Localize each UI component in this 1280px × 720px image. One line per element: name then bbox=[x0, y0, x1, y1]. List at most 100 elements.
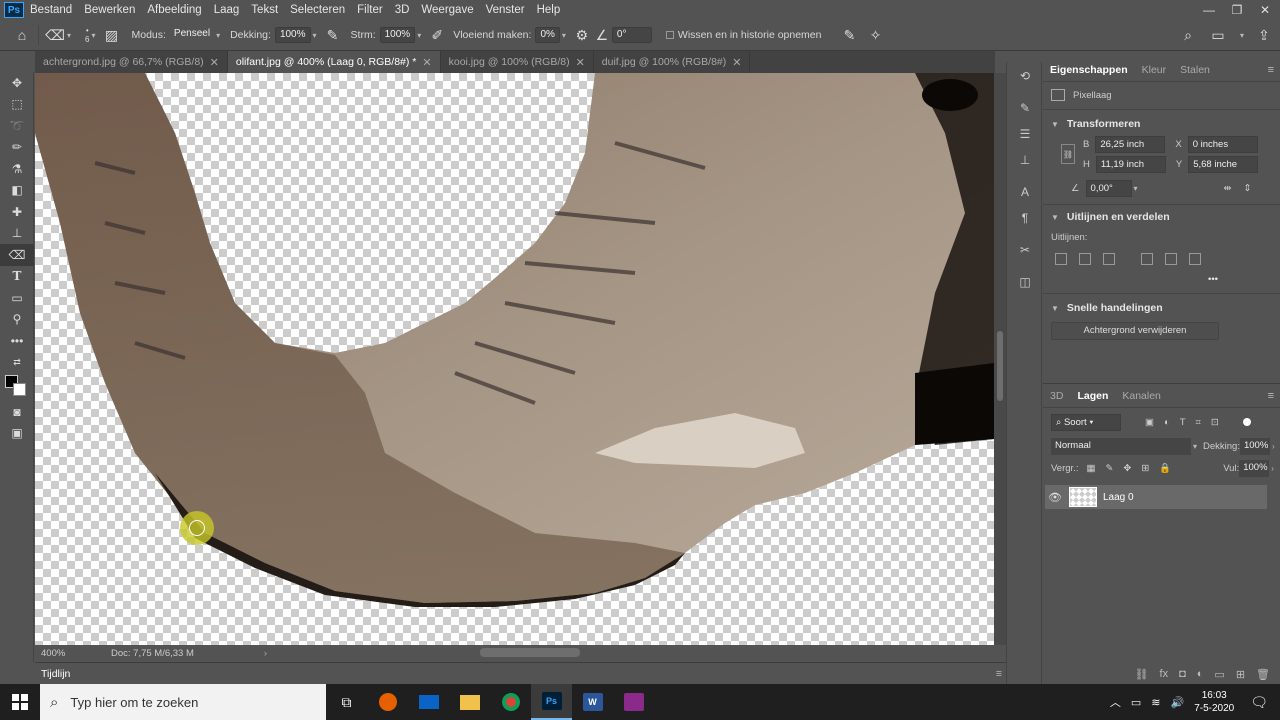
close-icon[interactable]: ✕ bbox=[210, 56, 219, 69]
align-left-icon[interactable] bbox=[1055, 253, 1067, 265]
firefox-icon[interactable] bbox=[367, 684, 408, 720]
link-layers-icon[interactable]: ⛓ bbox=[1135, 668, 1149, 681]
tab-achtergrond[interactable]: achtergrond.jpg @ 66,7% (RGB/8) ✕ bbox=[35, 51, 228, 73]
panel-menu-icon[interactable]: ≡ bbox=[1268, 390, 1274, 402]
workspace-icon[interactable]: ▭ bbox=[1208, 25, 1228, 45]
tab-eigenschappen[interactable]: Eigenschappen bbox=[1043, 58, 1135, 82]
notifications-icon[interactable]: 🗨 bbox=[1250, 694, 1268, 711]
tab-3d[interactable]: 3D bbox=[1043, 384, 1070, 408]
search-icon[interactable]: ⌕ bbox=[1178, 25, 1198, 45]
volume-icon[interactable]: 🔊 bbox=[1170, 696, 1184, 709]
blend-mode-select[interactable]: Normaal bbox=[1051, 437, 1191, 455]
screen-mode-icon[interactable]: ▣ bbox=[0, 423, 34, 445]
tab-kooi[interactable]: kooi.jpg @ 100% (RGB/8) ✕ bbox=[441, 51, 594, 73]
erase-history-checkbox[interactable] bbox=[665, 31, 674, 39]
eyedropper-tool-icon[interactable]: ⚗ bbox=[0, 158, 34, 180]
lock-all-icon[interactable]: 🔒 bbox=[1159, 463, 1171, 474]
layer-style-icon[interactable]: fx bbox=[1160, 668, 1169, 680]
airbrush-icon[interactable]: ✐ bbox=[427, 25, 447, 45]
chrome-icon[interactable] bbox=[490, 684, 531, 720]
layer-opacity-field[interactable]: 100% bbox=[1239, 437, 1270, 455]
chevron-down-icon[interactable]: ▼ bbox=[1051, 213, 1059, 222]
filter-type-icon[interactable]: T bbox=[1180, 417, 1186, 428]
x-field[interactable]: 0 inches bbox=[1187, 135, 1258, 153]
new-layer-icon[interactable]: ⊞ bbox=[1236, 668, 1245, 681]
eraser-tool-icon[interactable]: ⌫ bbox=[0, 244, 34, 266]
symmetry-icon[interactable]: ✧ bbox=[865, 25, 885, 45]
tab-stalen[interactable]: Stalen bbox=[1173, 58, 1217, 82]
gradient-tool-icon[interactable]: ◧ bbox=[0, 180, 34, 202]
tools-icon[interactable]: ✂ bbox=[1007, 238, 1043, 262]
stamp-tool-icon[interactable]: ⊥ bbox=[0, 223, 34, 245]
add-mask-icon[interactable]: ◘ bbox=[1179, 668, 1186, 680]
filter-smart-icon[interactable]: ⊡ bbox=[1211, 417, 1219, 428]
angle-field[interactable]: 0,00° bbox=[1085, 179, 1132, 197]
lock-pixels-icon[interactable]: ✎ bbox=[1105, 463, 1113, 474]
background-color[interactable] bbox=[13, 383, 26, 396]
tab-olifant[interactable]: olifant.jpg @ 400% (Laag 0, RGB/8#) * ✕ bbox=[227, 51, 441, 73]
share-icon[interactable]: ⇪ bbox=[1254, 25, 1274, 45]
menu-item-help[interactable]: Help bbox=[531, 0, 567, 20]
brush-settings-icon[interactable]: ▨ bbox=[101, 25, 121, 45]
menu-item-weergave[interactable]: Weergave bbox=[415, 0, 479, 20]
flip-vertical-icon[interactable]: ⇕ bbox=[1244, 183, 1252, 194]
filter-pixel-icon[interactable]: ▣ bbox=[1145, 417, 1154, 428]
menu-item-3d[interactable]: 3D bbox=[389, 0, 416, 20]
taskbar-search[interactable]: ⌕ Typ hier om te zoeken bbox=[40, 684, 326, 720]
pressure-opacity-icon[interactable]: ✎ bbox=[323, 25, 343, 45]
y-field[interactable]: 5,68 inche bbox=[1188, 155, 1259, 173]
smoothing-field[interactable]: 0% bbox=[535, 27, 560, 43]
swap-colors-icon[interactable]: ⇄ bbox=[0, 352, 34, 374]
color-swatches[interactable] bbox=[0, 373, 34, 401]
menu-item-bewerken[interactable]: Bewerken bbox=[78, 0, 141, 20]
battery-icon[interactable]: ▭ bbox=[1131, 696, 1141, 709]
menu-item-bestand[interactable]: Bestand bbox=[24, 0, 78, 20]
wifi-icon[interactable]: ≋ bbox=[1151, 696, 1160, 709]
type-tool-icon[interactable]: T bbox=[0, 266, 34, 288]
menu-item-filter[interactable]: Filter bbox=[351, 0, 389, 20]
minimize-button[interactable]: — bbox=[1202, 3, 1216, 17]
clock[interactable]: 16:03 7-5-2020 bbox=[1194, 689, 1234, 715]
mail-icon[interactable] bbox=[408, 684, 449, 720]
flow-field[interactable]: 100% bbox=[379, 27, 416, 43]
lock-position-icon[interactable]: ✥ bbox=[1123, 463, 1131, 474]
panel-menu-icon[interactable]: ≡ bbox=[1268, 64, 1274, 76]
photoshop-taskbar-icon[interactable]: Ps bbox=[531, 684, 572, 720]
height-field[interactable]: 11,19 inch bbox=[1095, 155, 1166, 173]
mode-select[interactable]: Penseel bbox=[170, 27, 214, 43]
tab-kleur[interactable]: Kleur bbox=[1135, 58, 1174, 82]
menu-item-tekst[interactable]: Tekst bbox=[245, 0, 284, 20]
lasso-tool-icon[interactable]: ➰ bbox=[0, 115, 34, 137]
align-bottom-icon[interactable] bbox=[1189, 253, 1201, 265]
home-icon[interactable]: ⌂ bbox=[12, 25, 32, 45]
new-group-icon[interactable]: ▭ bbox=[1214, 668, 1224, 681]
layer-name[interactable]: Laag 0 bbox=[1103, 492, 1134, 503]
quick-actions-title[interactable]: Snelle handelingen bbox=[1067, 302, 1163, 314]
layer-row[interactable]: 👁 Laag 0 bbox=[1045, 485, 1267, 509]
file-explorer-icon[interactable] bbox=[449, 684, 490, 720]
filter-shape-icon[interactable]: ⌗ bbox=[1196, 417, 1201, 428]
menu-item-selecteren[interactable]: Selecteren bbox=[284, 0, 351, 20]
remove-background-button[interactable]: Achtergrond verwijderen bbox=[1051, 322, 1219, 340]
character-icon[interactable]: A bbox=[1007, 180, 1043, 204]
pressure-size-icon[interactable]: ✎ bbox=[839, 25, 859, 45]
flip-horizontal-icon[interactable]: ⇹ bbox=[1224, 183, 1232, 194]
eye-icon[interactable]: 👁 bbox=[1045, 491, 1065, 504]
word-icon[interactable]: W bbox=[572, 684, 613, 720]
tab-lagen[interactable]: Lagen bbox=[1070, 384, 1115, 408]
quick-mask-icon[interactable]: ◙ bbox=[0, 401, 34, 423]
align-center-h-icon[interactable] bbox=[1079, 253, 1091, 265]
vertical-scrollbar[interactable] bbox=[994, 73, 1006, 645]
paragraph-icon[interactable]: ¶ bbox=[1007, 206, 1043, 230]
restore-button[interactable]: ❐ bbox=[1230, 3, 1244, 17]
timeline-menu-icon[interactable]: ≡ bbox=[996, 668, 1002, 680]
move-tool-icon[interactable]: ✥ bbox=[0, 72, 34, 94]
close-icon[interactable]: ✕ bbox=[576, 56, 585, 69]
menu-item-venster[interactable]: Venster bbox=[480, 0, 531, 20]
tab-duif[interactable]: duif.jpg @ 100% (RGB/8#) ✕ bbox=[594, 51, 751, 73]
marquee-tool-icon[interactable]: ⬚ bbox=[0, 94, 34, 116]
tab-kanalen[interactable]: Kanalen bbox=[1115, 384, 1168, 408]
document-canvas[interactable] bbox=[35, 73, 994, 645]
align-center-v-icon[interactable] bbox=[1165, 253, 1177, 265]
close-button[interactable]: ✕ bbox=[1258, 3, 1272, 17]
